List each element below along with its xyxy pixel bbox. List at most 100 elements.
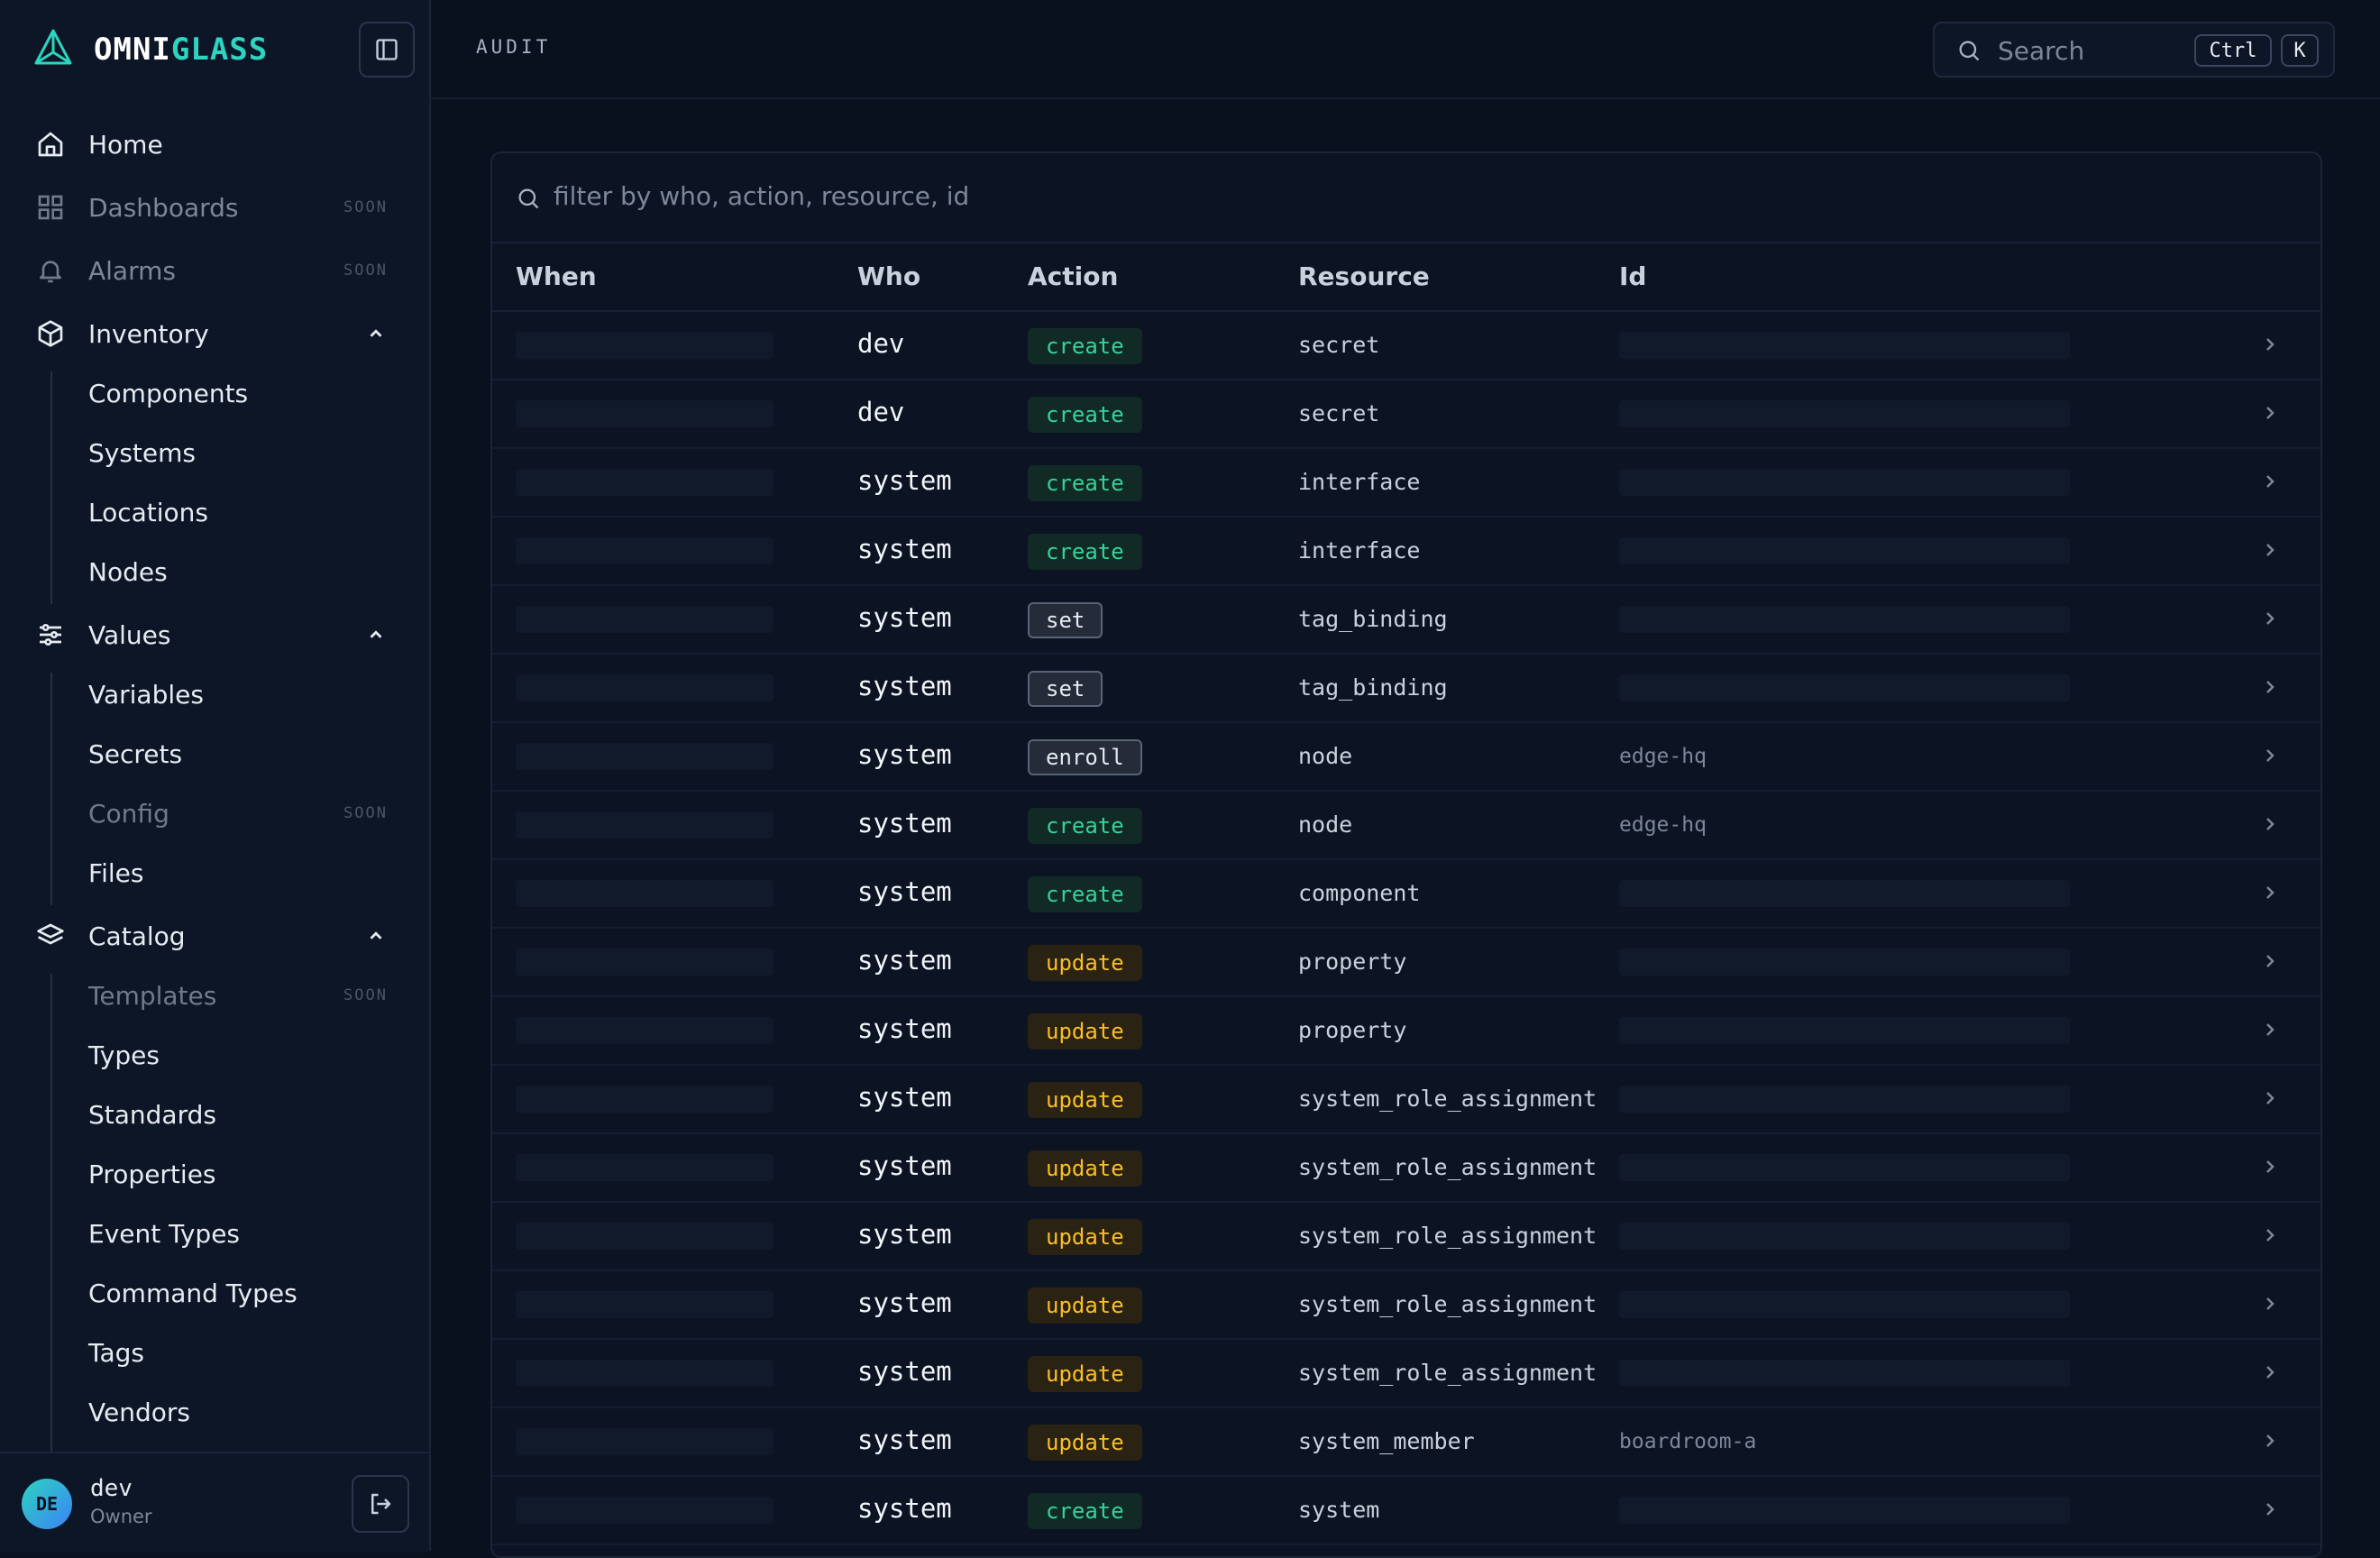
filter-bar xyxy=(492,153,2320,243)
chevron-right-icon[interactable] xyxy=(2259,1498,2281,1520)
nav-values[interactable]: Values xyxy=(34,613,404,656)
action-badge: create xyxy=(1028,1493,1142,1529)
column-header-resource[interactable]: Resource xyxy=(1298,261,1430,291)
nav-catalog[interactable]: Catalog xyxy=(34,914,404,958)
nav-templates[interactable]: Templates SOON xyxy=(88,976,404,1015)
table-header: When Who Action Resource Id xyxy=(492,242,2320,312)
table-row[interactable]: system create component xyxy=(492,860,2320,929)
search-icon xyxy=(518,188,539,209)
table-row[interactable]: dev create secret xyxy=(492,380,2320,449)
nav-nodes[interactable]: Nodes xyxy=(88,552,404,591)
table-row[interactable]: system set tag_binding xyxy=(492,655,2320,723)
nav-dashboards[interactable]: Dashboards SOON xyxy=(34,186,404,229)
table-row[interactable]: system enroll node edge-hq xyxy=(492,723,2320,792)
table-row[interactable]: system update property xyxy=(492,997,2320,1066)
chevron-right-icon[interactable] xyxy=(2259,1293,2281,1315)
sidebar-collapse-button[interactable] xyxy=(359,22,415,78)
inventory-tree-line xyxy=(50,371,52,604)
nav-secrets[interactable]: Secrets xyxy=(88,734,404,774)
nav-config[interactable]: Config SOON xyxy=(88,793,404,833)
cell-resource: tag_binding xyxy=(1298,606,1448,632)
column-header-action[interactable]: Action xyxy=(1028,261,1118,291)
table-row[interactable]: system update system_role_assignment xyxy=(492,1066,2320,1134)
chevron-right-icon[interactable] xyxy=(2259,1361,2281,1383)
chevron-right-icon[interactable] xyxy=(2259,1430,2281,1452)
chevron-right-icon[interactable] xyxy=(2259,1156,2281,1178)
chevron-up-icon[interactable] xyxy=(366,625,386,645)
id-loading-placeholder xyxy=(1619,1017,2070,1044)
table-row[interactable]: systemcreatesystem xyxy=(492,1545,2320,1556)
chevron-right-icon[interactable] xyxy=(2259,1224,2281,1246)
nav-properties[interactable]: Properties xyxy=(88,1154,404,1194)
table-row[interactable]: systemcreatesystem xyxy=(492,1477,2320,1545)
nav-vendors[interactable]: Vendors xyxy=(88,1392,404,1432)
cell-who: system xyxy=(857,1082,952,1113)
action-badge: update xyxy=(1028,1150,1142,1187)
chevron-right-icon[interactable] xyxy=(2259,1019,2281,1040)
nav-catalog-label: Catalog xyxy=(88,921,186,951)
chevron-right-icon[interactable] xyxy=(2259,539,2281,561)
nav-home[interactable]: Home xyxy=(34,123,404,166)
cell-who: system xyxy=(857,1493,952,1524)
table-row[interactable]: system update system_role_assignment xyxy=(492,1203,2320,1271)
table-row[interactable]: system update property xyxy=(492,929,2320,997)
nav-dashboards-label: Dashboards xyxy=(88,192,239,223)
nav-alarms-label: Alarms xyxy=(88,255,176,286)
nav-variables[interactable]: Variables xyxy=(88,674,404,714)
action-badge: update xyxy=(1028,1219,1142,1255)
cell-who: system xyxy=(857,602,952,633)
chevron-right-icon[interactable] xyxy=(2259,745,2281,766)
brand[interactable]: OMNIGLASS xyxy=(32,27,268,72)
table-row[interactable]: system set tag_binding xyxy=(492,586,2320,655)
breadcrumb: AUDIT xyxy=(476,36,552,58)
table-row[interactable]: system update system_role_assignment xyxy=(492,1271,2320,1340)
chevron-right-icon[interactable] xyxy=(2259,1087,2281,1109)
nav-locations[interactable]: Locations xyxy=(88,492,404,532)
table-row[interactable]: system create interface xyxy=(492,518,2320,586)
when-loading-placeholder xyxy=(516,1154,774,1181)
cell-resource: interface xyxy=(1298,537,1421,564)
chevron-right-icon[interactable] xyxy=(2259,608,2281,629)
nav-event-types[interactable]: Event Types xyxy=(88,1214,404,1253)
chevron-right-icon[interactable] xyxy=(2259,676,2281,698)
when-loading-placeholder xyxy=(516,1086,774,1113)
chevron-up-icon[interactable] xyxy=(366,926,386,946)
nav-types[interactable]: Types xyxy=(88,1035,404,1075)
chevron-right-icon[interactable] xyxy=(2259,402,2281,424)
audit-filter-input[interactable] xyxy=(552,180,1998,212)
table-row[interactable]: system update system_role_assignment xyxy=(492,1134,2320,1203)
chevron-right-icon[interactable] xyxy=(2259,950,2281,972)
audit-panel: When Who Action Resource Id dev create sec… xyxy=(490,151,2322,1558)
nav-command-types[interactable]: Command Types xyxy=(88,1273,404,1313)
action-badge: create xyxy=(1028,534,1142,570)
cell-resource: property xyxy=(1298,1017,1407,1043)
nav-files[interactable]: Files xyxy=(88,853,404,893)
home-icon xyxy=(34,128,67,160)
nav-tags[interactable]: Tags xyxy=(88,1333,404,1372)
chevron-right-icon[interactable] xyxy=(2259,882,2281,903)
nav-inventory[interactable]: Inventory xyxy=(34,312,404,355)
table-row[interactable]: system update system_role_assignment xyxy=(492,1340,2320,1408)
avatar[interactable]: DE xyxy=(22,1479,72,1529)
id-loading-placeholder xyxy=(1619,880,2070,907)
table-row[interactable]: system create node edge-hq xyxy=(492,792,2320,860)
when-loading-placeholder xyxy=(516,1291,774,1318)
cell-who: system xyxy=(857,1288,952,1318)
column-header-when[interactable]: When xyxy=(516,261,597,291)
chevron-right-icon[interactable] xyxy=(2259,334,2281,355)
global-search[interactable]: Search Ctrl K xyxy=(1933,22,2335,78)
table-row[interactable]: dev create secret xyxy=(492,312,2320,380)
chevron-right-icon[interactable] xyxy=(2259,813,2281,835)
chevron-up-icon[interactable] xyxy=(366,324,386,344)
column-header-id[interactable]: Id xyxy=(1619,261,1646,291)
nav-components[interactable]: Components xyxy=(88,373,404,413)
nav-standards[interactable]: Standards xyxy=(88,1095,404,1134)
chevron-right-icon[interactable] xyxy=(2259,471,2281,492)
nav-alarms[interactable]: Alarms SOON xyxy=(34,249,404,292)
table-row[interactable]: system update system_member boardroom-a xyxy=(492,1408,2320,1477)
logout-button[interactable] xyxy=(352,1475,409,1533)
nav-systems[interactable]: Systems xyxy=(88,433,404,472)
cell-resource: system_role_assignment xyxy=(1298,1360,1597,1386)
table-row[interactable]: system create interface xyxy=(492,449,2320,518)
column-header-who[interactable]: Who xyxy=(857,261,920,291)
